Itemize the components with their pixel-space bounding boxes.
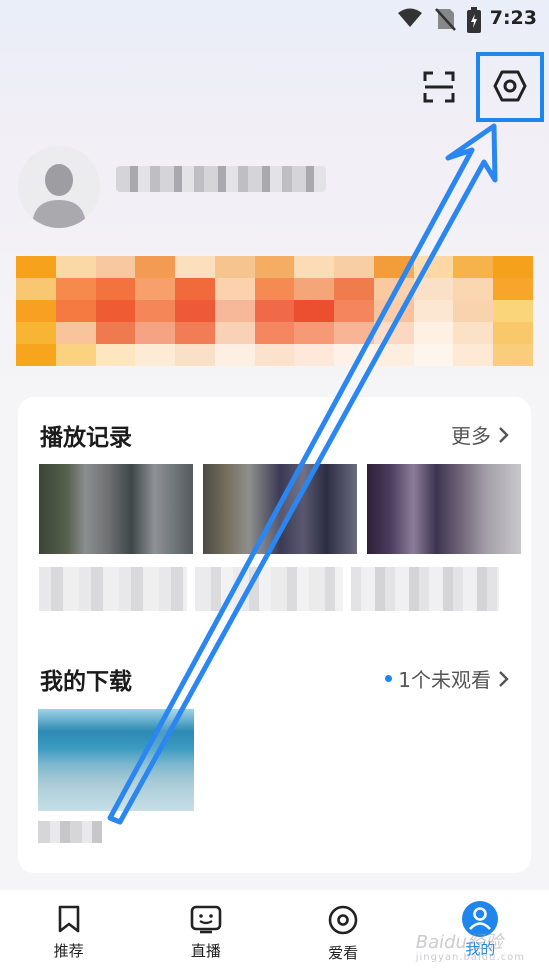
chevron-right-icon <box>499 426 509 443</box>
tv-face-icon <box>190 905 222 934</box>
scan-button[interactable] <box>418 66 460 108</box>
tab-live[interactable]: 直播 <box>137 890 274 976</box>
watermark: Baidu经验 jingyan.baidu.com <box>416 928 525 963</box>
no-signal-icon <box>435 8 456 31</box>
tab-label: 推荐 <box>53 942 84 960</box>
target-circle-icon <box>328 905 358 935</box>
avatar[interactable] <box>18 146 100 228</box>
downloads-unwatched-label: 1个未观看 <box>398 668 491 692</box>
history-list <box>39 464 531 554</box>
downloads-title: 我的下载 <box>40 669 132 695</box>
tab-watch[interactable]: 爱看 <box>275 890 412 976</box>
history-thumbnail[interactable] <box>39 464 193 554</box>
download-caption-pixelated <box>38 821 102 843</box>
history-more-link[interactable]: 更多 <box>451 420 509 449</box>
tab-label: 直播 <box>190 942 221 960</box>
settings-hexagon-icon <box>493 70 527 102</box>
scan-icon <box>423 71 455 103</box>
history-caption-pixelated <box>195 567 343 611</box>
chevron-right-icon <box>499 670 509 687</box>
username-pixelated <box>116 166 326 192</box>
wifi-icon <box>398 8 422 27</box>
bookmark-icon <box>58 905 79 933</box>
settings-button[interactable] <box>478 52 542 120</box>
top-actions <box>0 52 549 122</box>
history-title: 播放记录 <box>40 425 132 451</box>
default-avatar-icon <box>18 146 100 228</box>
history-caption-pixelated <box>351 567 499 611</box>
watermark-text: Baidu经验 <box>415 932 503 953</box>
promo-banner[interactable] <box>16 256 533 366</box>
history-caption-pixelated <box>39 567 187 611</box>
status-time: 7:23 <box>489 7 537 29</box>
downloads-unwatched-link[interactable]: 1个未观看 <box>385 664 509 693</box>
tab-label: 爱看 <box>328 944 359 962</box>
unwatched-dot <box>385 675 393 682</box>
tab-recommend[interactable]: 推荐 <box>0 890 137 976</box>
history-thumbnail[interactable] <box>203 464 357 554</box>
history-thumbnail[interactable] <box>367 464 521 554</box>
watermark-sub: jingyan.baidu.com <box>415 952 525 963</box>
history-more-label: 更多 <box>451 424 491 448</box>
content-card: 播放记录 更多 我的下载 1个未观看 <box>18 397 531 873</box>
status-bar: 7:23 <box>0 0 549 38</box>
battery-charging-icon <box>467 7 481 33</box>
download-thumbnail[interactable] <box>38 709 194 811</box>
